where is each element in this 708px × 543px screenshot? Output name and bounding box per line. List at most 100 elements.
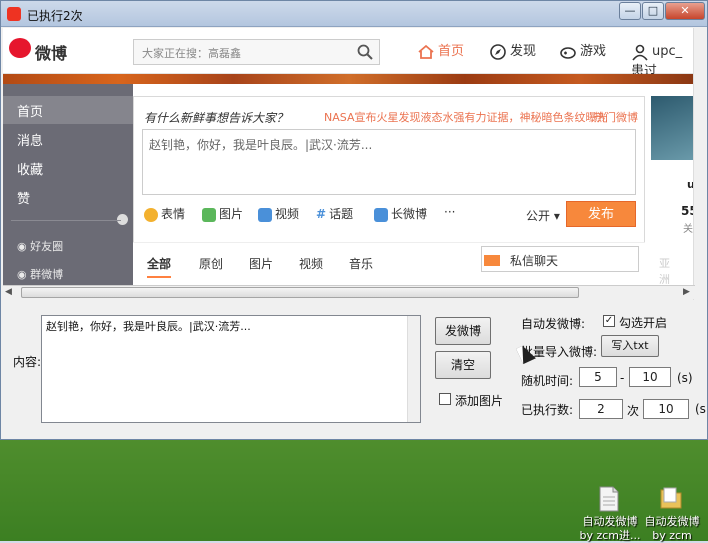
- profile-cover-image: [651, 96, 695, 160]
- compass-icon: [490, 43, 506, 60]
- profile-count-label-partial: 关: [683, 224, 693, 235]
- profile-card-partial: up 55 关: [651, 96, 695, 250]
- tab-all[interactable]: 全部: [147, 255, 172, 278]
- weibo-header: 微博 大家正在搜：高磊鑫 首页 发现 游戏 upc_患过: [3, 28, 695, 79]
- sidebar-item-favorites[interactable]: 收藏: [17, 159, 43, 178]
- add-image-checkbox[interactable]: [439, 393, 451, 405]
- user-icon: [632, 44, 648, 61]
- scroll-left-arrow-icon[interactable]: ◀: [5, 287, 12, 297]
- close-button[interactable]: ✕: [665, 2, 705, 20]
- video-tool[interactable]: 视频: [258, 205, 299, 222]
- desktop-icon-label-2[interactable]: 自动发微博 by zcm: [636, 515, 708, 543]
- scroll-right-arrow-icon[interactable]: ▶: [683, 287, 690, 297]
- tab-original[interactable]: 原创: [199, 255, 223, 272]
- faded-text: 亚洲: [659, 257, 670, 286]
- visibility-label: 公开: [526, 209, 551, 223]
- content-label: 内容:: [13, 355, 42, 369]
- topic-tool[interactable]: # 话题: [316, 205, 353, 222]
- browser-horizontal-scrollbar[interactable]: ◀ ▶: [3, 285, 695, 299]
- sidebar-item-messages[interactable]: 消息: [17, 130, 43, 149]
- gamepad-icon: [560, 46, 576, 59]
- app-icon: [7, 7, 21, 21]
- add-image-label: 添加图片: [455, 394, 504, 408]
- publish-button[interactable]: 发布: [566, 201, 636, 227]
- random-min-input[interactable]: 5: [579, 367, 617, 387]
- tab-music[interactable]: 音乐: [349, 255, 373, 272]
- emoji-tool-label: 表情: [161, 207, 186, 221]
- sidebar-item-groups[interactable]: ◉ 群微博: [17, 266, 63, 282]
- hot-weibo-link[interactable]: 热门微博: [594, 109, 638, 125]
- video-tool-label: 视频: [275, 207, 300, 221]
- weibo-logo-text[interactable]: 微博: [35, 40, 67, 64]
- nav-discover-label: 发现: [510, 44, 537, 59]
- nav-user[interactable]: upc_患过: [631, 42, 695, 79]
- seconds-unit-partial: (s: [695, 402, 706, 416]
- document-file-icon[interactable]: [598, 486, 620, 512]
- private-chat-label: 私信聊天: [510, 254, 559, 268]
- sidebar-divider: [11, 220, 121, 221]
- executed-count-input[interactable]: 2: [579, 399, 623, 419]
- composer-textarea[interactable]: 赵钊艳，你好，我是叶良辰。|武汉·流芳...: [142, 129, 636, 195]
- weibo-browser-view: 微博 大家正在搜：高磊鑫 首页 发现 游戏 upc_患过 首页 消息 收藏 赞 …: [3, 28, 695, 286]
- sidebar-item-friends[interactable]: ◉ 好友圈: [17, 238, 63, 254]
- search-input[interactable]: 大家正在搜：高磊鑫: [133, 39, 380, 65]
- image-tool-label: 图片: [219, 207, 244, 221]
- title-bar[interactable]: 已执行2次 — □ ✕: [1, 1, 707, 27]
- weibo-logo-icon[interactable]: [9, 38, 31, 58]
- folder-icon[interactable]: [660, 484, 682, 510]
- nav-home-label: 首页: [438, 44, 465, 59]
- maximize-button[interactable]: □: [642, 2, 664, 20]
- weibo-sidebar: 首页 消息 收藏 赞 ◉ 好友圈 ◉ 群微博: [3, 84, 133, 286]
- chevron-down-icon: ▾: [553, 209, 560, 223]
- more-tools-button[interactable]: ···: [444, 205, 455, 219]
- browser-vertical-scrollbar[interactable]: [693, 28, 707, 300]
- seconds-unit-label: (s): [677, 371, 693, 385]
- sidebar-item-home[interactable]: 首页: [17, 101, 43, 120]
- long-weibo-icon: [374, 207, 388, 222]
- auto-post-checkbox[interactable]: ✓: [603, 315, 615, 327]
- nav-home[interactable]: 首页: [417, 42, 464, 62]
- desktop-icon-1-line2: by zcm进...: [579, 529, 641, 542]
- auto-post-check-label: 勾选开启: [619, 316, 668, 330]
- window-title: 已执行2次: [27, 9, 83, 23]
- textarea-scrollbar[interactable]: [407, 316, 420, 422]
- send-weibo-button[interactable]: 发微博: [435, 317, 491, 345]
- emoji-tool[interactable]: 表情: [144, 205, 185, 222]
- image-icon: [202, 207, 216, 222]
- emoji-icon: [144, 207, 158, 222]
- nav-games-label: 游戏: [580, 44, 607, 59]
- visibility-dropdown[interactable]: 公开 ▾: [526, 207, 560, 224]
- video-icon: [258, 207, 272, 222]
- image-tool[interactable]: 图片: [202, 205, 243, 222]
- nav-discover[interactable]: 发现: [489, 42, 536, 62]
- tab-images[interactable]: 图片: [249, 255, 273, 272]
- long-weibo-tool[interactable]: 长微博: [374, 205, 427, 222]
- tab-videos[interactable]: 视频: [299, 255, 323, 272]
- sidebar-friends-label: 好友圈: [30, 240, 64, 253]
- scrollbar-thumb[interactable]: [21, 287, 579, 298]
- random-max-input[interactable]: 10: [629, 367, 671, 387]
- minimize-button[interactable]: —: [619, 2, 641, 20]
- auto-post-label: 自动发微博:: [521, 317, 586, 331]
- composer-slogan: 有什么新鲜事想告诉大家？: [144, 111, 289, 125]
- clear-button[interactable]: 清空: [435, 351, 491, 379]
- desktop-icon-1-line1: 自动发微博: [582, 515, 638, 528]
- desktop-icon-2-line1: 自动发微博: [644, 515, 700, 528]
- content-textarea[interactable]: 赵钊艳，你好，我是叶良辰。|武汉·流芳...: [41, 315, 421, 423]
- header-banner: [3, 74, 695, 84]
- write-txt-button[interactable]: 写入txt: [601, 335, 659, 357]
- random-time-label: 随机时间:: [521, 374, 574, 388]
- nav-games[interactable]: 游戏: [559, 42, 606, 62]
- trending-news-link[interactable]: NASA宣布火星发现液态水强有力证据，神秘暗色条纹曝光: [324, 109, 607, 125]
- search-icon[interactable]: [357, 44, 373, 60]
- limit-input[interactable]: 10: [643, 399, 689, 419]
- home-icon: [418, 44, 434, 59]
- app-window: 已执行2次 — □ ✕ 微博 大家正在搜：高磊鑫 首页 发现 游戏 upc_患过: [0, 0, 708, 440]
- sidebar-groups-label: 群微博: [30, 268, 64, 281]
- range-dash: -: [620, 371, 625, 385]
- private-chat-bar[interactable]: 私信聊天: [481, 246, 639, 272]
- search-placeholder: 大家正在搜：高磊鑫: [142, 47, 241, 60]
- post-composer: 有什么新鲜事想告诉大家？ NASA宣布火星发现液态水强有力证据，神秘暗色条纹曝光…: [133, 96, 645, 250]
- desktop-icon-2-line2: by zcm: [652, 529, 692, 542]
- sidebar-item-likes[interactable]: 赞: [17, 188, 30, 207]
